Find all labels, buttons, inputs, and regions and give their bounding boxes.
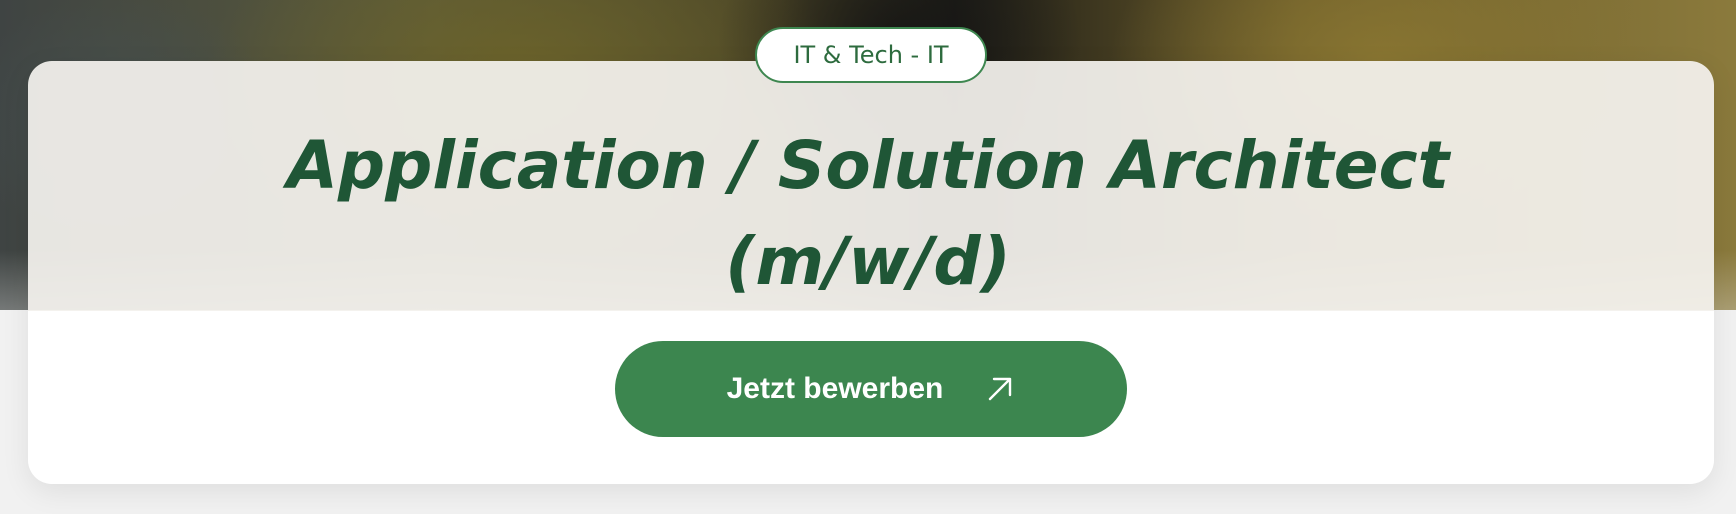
category-badge: IT & Tech - IT bbox=[755, 27, 987, 83]
job-title: Application / Solution Architect (m/w/d) bbox=[286, 127, 1450, 300]
apply-button-label: Jetzt bewerben bbox=[726, 372, 944, 405]
apply-now-button[interactable]: Jetzt bewerben bbox=[615, 341, 1127, 437]
arrow-up-right-icon bbox=[989, 377, 1012, 401]
